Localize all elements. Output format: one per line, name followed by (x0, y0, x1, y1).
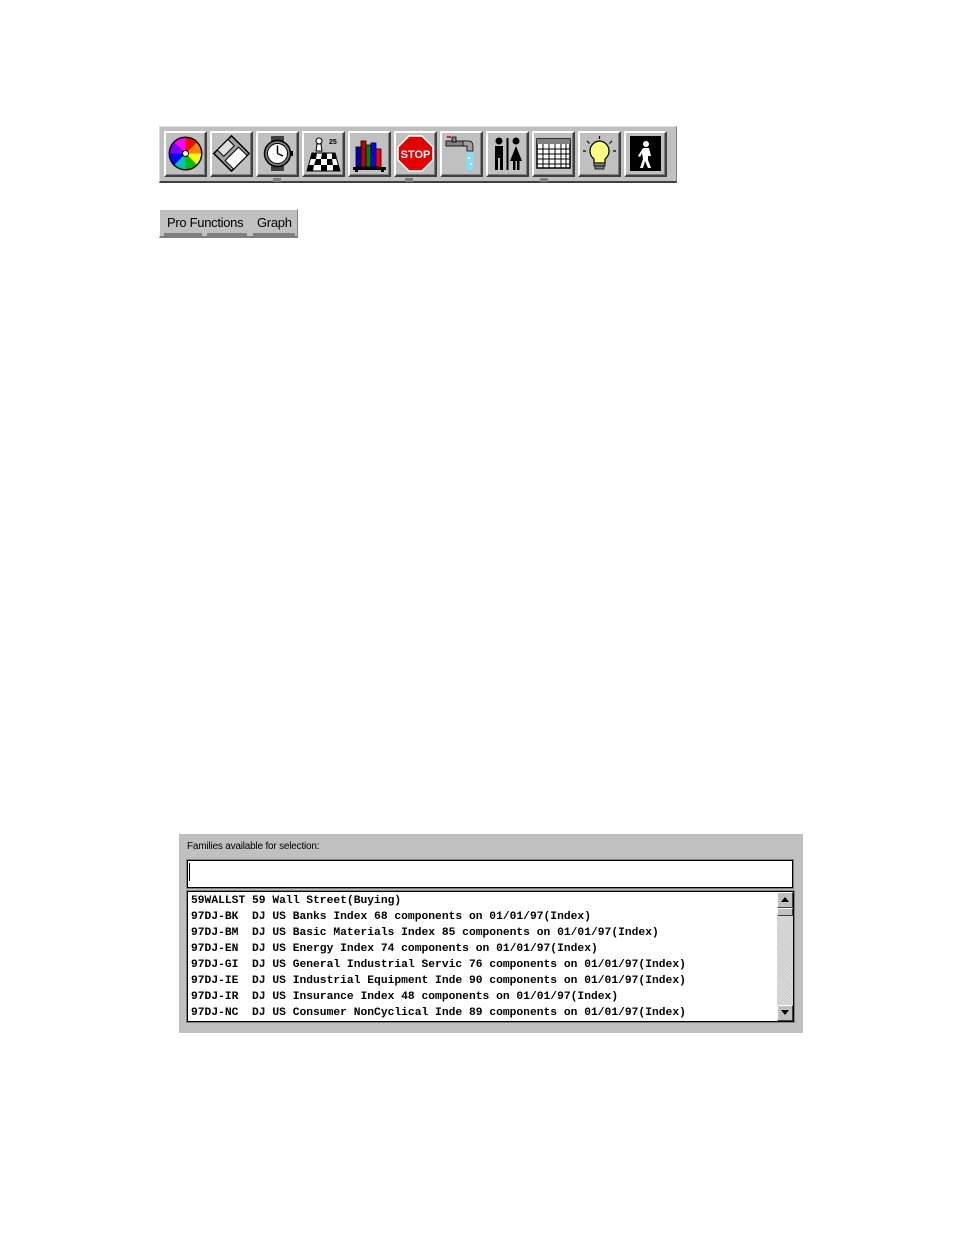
spreadsheet-grid-icon (536, 138, 571, 169)
family-search-input[interactable] (186, 859, 794, 889)
watch-button[interactable] (256, 131, 299, 177)
faucet-button[interactable] (440, 131, 483, 177)
function-menu-strip: Pro Functions Graph (159, 209, 298, 238)
color-wheel-icon (168, 136, 203, 171)
svg-text:25: 25 (329, 139, 337, 146)
arrow-up-icon (781, 897, 789, 902)
families-selection-panel: Families available for selection: 59WALL… (179, 834, 803, 1033)
toolbar-tab-marker (273, 178, 281, 182)
toolbar-tab-marker (540, 178, 548, 182)
families-listbox[interactable]: 59WALLST 59 Wall Street(Buying) 97DJ-BK … (186, 890, 795, 1023)
list-scrollbar[interactable] (777, 892, 793, 1021)
chess-board-icon: 25 (306, 137, 341, 172)
menu-tab-marker (164, 233, 202, 236)
list-item[interactable]: 59WALLST 59 Wall Street(Buying) (191, 893, 775, 909)
library-button[interactable] (348, 131, 391, 177)
list-item[interactable]: 97DJ-EN DJ US Energy Index 74 components… (191, 941, 775, 957)
svg-text:STOP: STOP (401, 149, 431, 161)
list-item[interactable]: 97DJ-IR DJ US Insurance Index 48 compone… (191, 989, 775, 1005)
books-on-shelf-icon (353, 140, 386, 172)
faucet-icon (445, 136, 474, 170)
menu-pro-functions[interactable]: Pro Functions (167, 215, 244, 230)
list-item[interactable]: 97DJ-GI DJ US General Industrial Servic … (191, 957, 775, 973)
chess-button[interactable]: 25 (302, 131, 345, 177)
idea-button[interactable] (578, 131, 621, 177)
exit-door-icon (630, 136, 661, 171)
people-button[interactable] (486, 131, 529, 177)
list-item[interactable]: 97DJ-BK DJ US Banks Index 68 components … (191, 909, 775, 925)
wristwatch-icon (263, 136, 293, 171)
menu-tab-marker (253, 233, 295, 236)
scroll-thumb[interactable] (777, 908, 793, 916)
scroll-up-button[interactable] (777, 892, 793, 908)
arrow-down-icon (781, 1010, 789, 1015)
stop-button[interactable]: STOP (394, 131, 437, 177)
stop-sign-icon: STOP (397, 135, 434, 172)
icon-toolbar: 25 STOP (159, 126, 677, 183)
families-list: 59WALLST 59 Wall Street(Buying) 97DJ-BK … (191, 893, 775, 1021)
list-item[interactable]: 97DJ-BM DJ US Basic Materials Index 85 c… (191, 925, 775, 941)
menu-tab-marker (207, 233, 247, 236)
spreadsheet-button[interactable] (532, 131, 575, 177)
exit-button[interactable] (624, 131, 667, 177)
floppy-disk-icon (213, 135, 250, 172)
light-bulb-icon (583, 136, 616, 170)
man-woman-icon (495, 137, 522, 170)
scroll-down-button[interactable] (777, 1005, 793, 1021)
list-item[interactable]: 97DJ-IE DJ US Industrial Equipment Inde … (191, 973, 775, 989)
families-label: Families available for selection: (187, 841, 320, 852)
list-item[interactable]: 97DJ-NC DJ US Consumer NonCyclical Inde … (191, 1005, 775, 1021)
color-wheel-button[interactable] (164, 131, 207, 177)
menu-graph[interactable]: Graph (257, 215, 292, 230)
save-button[interactable] (210, 131, 253, 177)
text-caret (189, 863, 190, 881)
toolbar-tab-marker (405, 178, 413, 182)
